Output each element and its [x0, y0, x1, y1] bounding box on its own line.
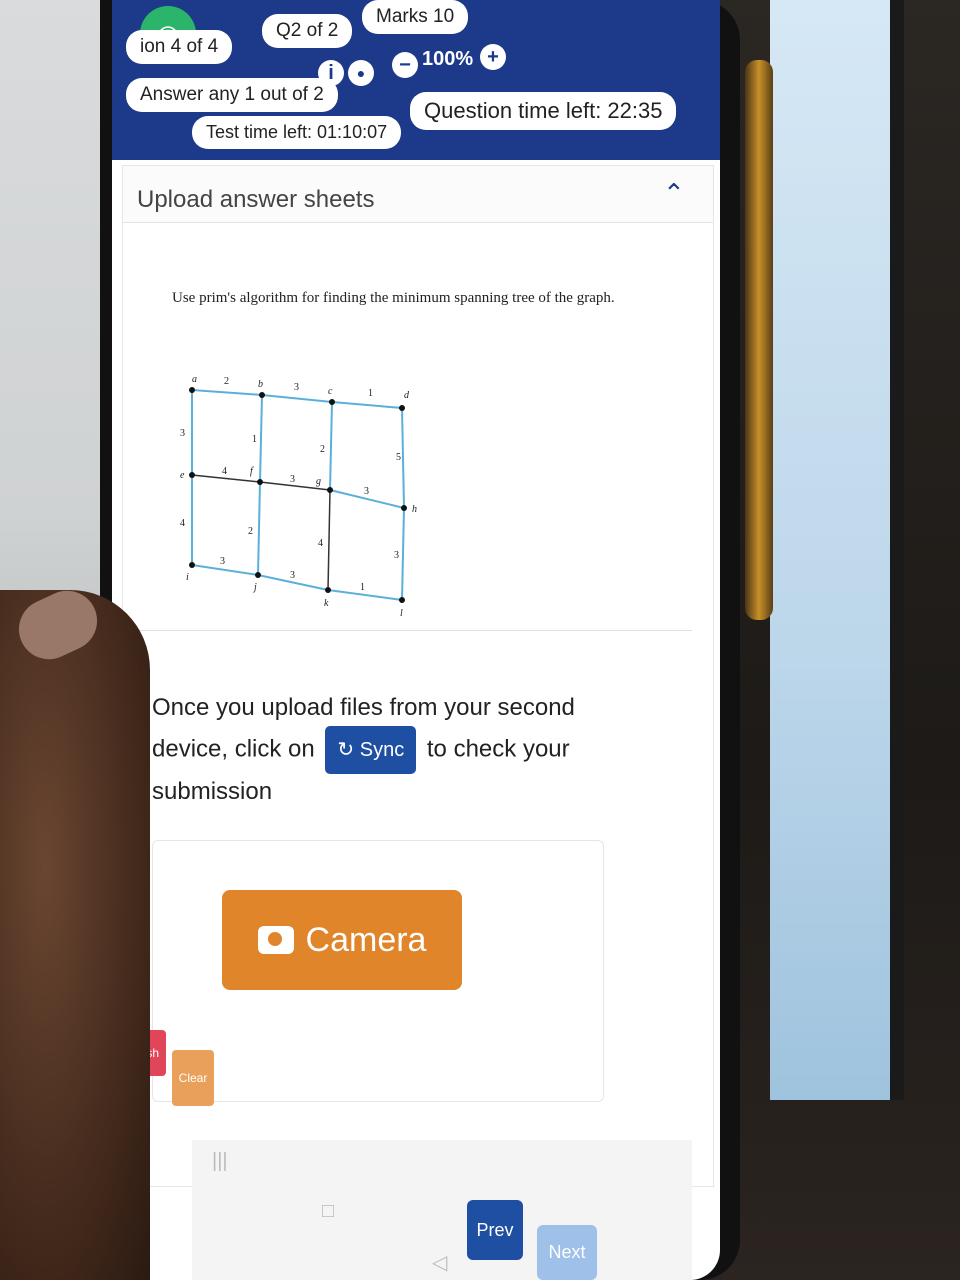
node-label: a: [192, 374, 197, 385]
graph-figure: a b c d e f g h i j k l 2 3 1 3 1 2 5 4 …: [180, 374, 417, 619]
section-divider: [132, 630, 692, 631]
edge-weight: 4: [318, 538, 323, 549]
node-label: i: [186, 572, 189, 583]
edge-weight: 4: [222, 466, 227, 477]
instruction-badge: Answer any 1 out of 2: [126, 78, 338, 112]
question-counter: ion 4 of 4: [126, 30, 233, 64]
node-label: l: [400, 608, 403, 619]
edge-weight: 3: [394, 550, 399, 561]
question-text: Use prim's algorithm for finding the min…: [172, 290, 615, 306]
phone-case-edge: [745, 60, 773, 620]
clear-label: Clear: [178, 1071, 208, 1085]
node-label: f: [250, 466, 254, 477]
hand: [0, 590, 150, 1280]
node-label: b: [258, 379, 263, 390]
zoom-level: 100%: [422, 48, 474, 70]
camera-icon: [257, 926, 294, 954]
recents-icon[interactable]: |||: [212, 1150, 228, 1173]
marks-badge: Marks 10: [362, 0, 469, 34]
question-time-left: Question time left: 22:35: [410, 92, 677, 130]
edge-weight: 2: [224, 376, 229, 387]
edge-weight: 3: [294, 382, 299, 393]
upload-instructions: Once you upload files from your second d…: [152, 690, 602, 810]
node-label: c: [328, 386, 333, 397]
edge-weight: 1: [368, 388, 373, 399]
node-label: d: [404, 390, 410, 401]
zoom-out-icon[interactable]: −: [392, 52, 418, 78]
background-monitor: [770, 0, 904, 1100]
edge-weight: 3: [290, 474, 295, 485]
graph-nodes: [189, 387, 407, 603]
edge-weight: 2: [248, 526, 253, 537]
node-label: e: [180, 470, 185, 481]
node-label: h: [412, 504, 417, 515]
exam-header: ◉ ion 4 of 4 Q2 of 2 Marks 10 Answer any…: [112, 0, 720, 160]
home-icon[interactable]: □: [322, 1200, 334, 1223]
sync-label: Sync: [359, 739, 405, 761]
next-button[interactable]: Next: [537, 1225, 597, 1280]
edge-weight: 1: [360, 582, 365, 593]
test-time-left: Test time left: 01:10:07: [192, 116, 402, 149]
edge-weight: 3: [364, 486, 369, 497]
card-header[interactable]: Upload answer sheets ⌃: [123, 166, 713, 223]
chevron-up-icon[interactable]: ⌃: [663, 178, 685, 209]
clear-button[interactable]: Clear: [172, 1050, 214, 1106]
back-icon[interactable]: ◁: [432, 1250, 447, 1275]
graph-edges: [191, 389, 405, 601]
node-label: j: [252, 582, 257, 593]
edge-weight: 2: [320, 444, 325, 455]
subquestion-counter: Q2 of 2: [262, 14, 353, 48]
zoom-in-icon[interactable]: +: [480, 44, 506, 70]
edge-weight: 3: [220, 556, 225, 567]
edge-weight: 3: [290, 570, 295, 581]
info-icon[interactable]: i: [318, 60, 344, 86]
edge-weight: 5: [396, 452, 401, 463]
comment-icon[interactable]: ●: [348, 60, 374, 86]
edge-weight: 3: [180, 428, 185, 439]
edge-weight: 4: [180, 518, 185, 529]
edge-weight: 1: [252, 434, 257, 445]
camera-button[interactable]: Camera: [222, 890, 462, 990]
card-title: Upload answer sheets: [137, 186, 375, 213]
prev-button[interactable]: Prev: [467, 1200, 523, 1260]
camera-label: Camera: [305, 920, 427, 959]
android-nav-bar: ||| □ ◁: [192, 1140, 692, 1280]
sync-button[interactable]: ↻ Sync: [325, 726, 417, 774]
node-label: g: [316, 476, 321, 487]
phone-screen: ◉ ion 4 of 4 Q2 of 2 Marks 10 Answer any…: [112, 0, 720, 1280]
node-label: k: [324, 598, 329, 609]
